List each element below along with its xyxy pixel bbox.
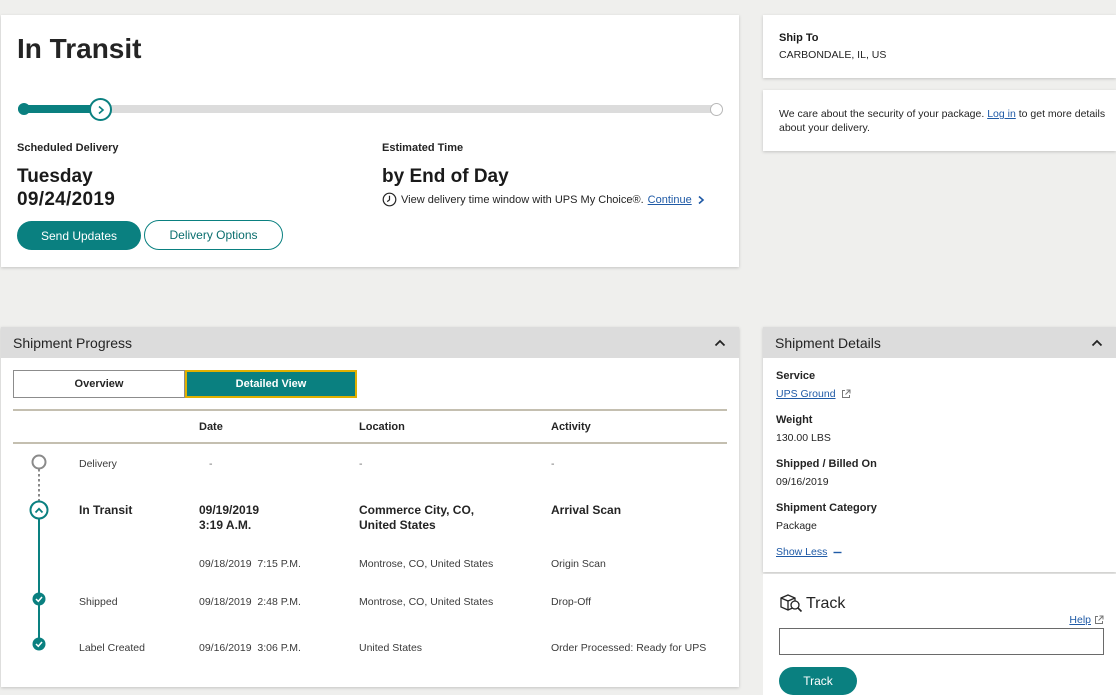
security-notice-card: We care about the security of your packa… bbox=[763, 90, 1116, 151]
help-link[interactable]: Help bbox=[1069, 614, 1091, 626]
column-header-date: Date bbox=[199, 421, 223, 433]
completed-step-icon bbox=[32, 592, 46, 606]
my-choice-promo: View delivery time window with UPS My Ch… bbox=[382, 192, 706, 207]
security-text-before: We care about the security of your packa… bbox=[779, 108, 985, 120]
weight-value: 130.00 LBS bbox=[776, 432, 831, 444]
row-location: Commerce City, CO, bbox=[359, 503, 475, 517]
tab-overview[interactable]: Overview bbox=[13, 370, 185, 398]
chevron-up-icon[interactable] bbox=[713, 336, 727, 350]
scheduled-delivery-day: Tuesday bbox=[17, 166, 93, 187]
row-status: Delivery bbox=[79, 458, 117, 470]
ship-to-value: CARBONDALE, IL, US bbox=[779, 49, 887, 61]
row-activity: Order Processed: Ready for UPS bbox=[551, 642, 707, 654]
table-divider bbox=[13, 409, 727, 411]
table-divider bbox=[13, 442, 727, 444]
column-header-location: Location bbox=[359, 421, 405, 433]
shipment-progress-panel: Shipment Progress Overview Detailed View… bbox=[1, 327, 739, 687]
track-widget: Track Help Track bbox=[763, 574, 1116, 695]
progress-current-marker bbox=[89, 98, 112, 121]
row-date: 09/19/2019 bbox=[199, 503, 260, 517]
shipment-progress-title: Shipment Progress bbox=[13, 334, 133, 351]
service-label: Service bbox=[776, 370, 816, 382]
row-activity: Drop-Off bbox=[551, 596, 592, 608]
pending-step-icon bbox=[31, 454, 47, 470]
my-choice-continue-link[interactable]: Continue bbox=[648, 194, 692, 206]
shipment-details-title: Shipment Details bbox=[775, 334, 881, 351]
external-link-icon[interactable] bbox=[1094, 615, 1104, 625]
chevron-up-icon[interactable] bbox=[1090, 336, 1104, 350]
view-toggle: Overview Detailed View bbox=[13, 370, 357, 398]
progress-rail bbox=[18, 105, 718, 113]
chevron-right-icon[interactable] bbox=[696, 195, 706, 205]
track-button[interactable]: Track bbox=[779, 667, 857, 695]
chevron-right-icon bbox=[97, 105, 104, 114]
row-location-country: United States bbox=[359, 518, 436, 532]
shipped-billed-value: 09/16/2019 bbox=[776, 476, 829, 488]
track-title: Track bbox=[806, 595, 846, 612]
minus-icon[interactable] bbox=[833, 548, 842, 557]
delivery-options-button[interactable]: Delivery Options bbox=[144, 220, 283, 250]
external-link-icon[interactable] bbox=[841, 389, 851, 399]
weight-label: Weight bbox=[776, 414, 813, 426]
completed-step-icon bbox=[32, 637, 46, 651]
shipment-category-label: Shipment Category bbox=[776, 502, 877, 514]
shipment-details-panel: Shipment Details Service UPS Ground Weig… bbox=[763, 327, 1116, 572]
progress-end-dot bbox=[710, 103, 723, 116]
delivery-status-card: In Transit Scheduled Delivery Tuesday 09… bbox=[1, 15, 739, 267]
service-link[interactable]: UPS Ground bbox=[776, 388, 836, 400]
row-date: 09/18/2019 2:48 P.M. bbox=[199, 596, 301, 608]
send-updates-button[interactable]: Send Updates bbox=[17, 221, 141, 250]
row-activity: Arrival Scan bbox=[551, 503, 622, 517]
show-less-toggle[interactable]: Show Less bbox=[776, 546, 842, 558]
shipment-progress-header[interactable]: Shipment Progress bbox=[1, 327, 739, 358]
tab-detailed-view[interactable]: Detailed View bbox=[185, 370, 357, 398]
scheduled-delivery-label: Scheduled Delivery bbox=[17, 142, 119, 154]
row-activity: Origin Scan bbox=[551, 558, 606, 570]
row-time: 3:19 A.M. bbox=[199, 518, 252, 532]
shipped-billed-label: Shipped / Billed On bbox=[776, 458, 877, 470]
ship-to-label: Ship To bbox=[779, 32, 819, 44]
progress-timeline bbox=[29, 454, 49, 651]
estimated-time-label: Estimated Time bbox=[382, 142, 464, 154]
row-location: Montrose, CO, United States bbox=[359, 558, 494, 570]
log-in-link[interactable]: Log in bbox=[987, 108, 1016, 120]
ship-to-card: Ship To CARBONDALE, IL, US bbox=[763, 15, 1116, 78]
track-help[interactable]: Help bbox=[1069, 614, 1104, 626]
clock-icon bbox=[382, 192, 397, 207]
scheduled-delivery-date: 09/24/2019 bbox=[17, 189, 116, 210]
my-choice-text: View delivery time window with UPS My Ch… bbox=[401, 193, 644, 206]
package-search-icon bbox=[780, 594, 803, 613]
show-less-link[interactable]: Show Less bbox=[776, 546, 827, 558]
security-notice-text: We care about the security of your packa… bbox=[779, 107, 1109, 135]
column-header-activity: Activity bbox=[551, 421, 591, 433]
progress-start-dot bbox=[18, 103, 30, 115]
row-activity: - bbox=[551, 458, 555, 470]
shipment-details-header[interactable]: Shipment Details bbox=[763, 327, 1116, 358]
tracking-number-input[interactable] bbox=[779, 628, 1104, 655]
row-status: In Transit bbox=[79, 503, 133, 517]
row-location: - bbox=[359, 458, 363, 470]
estimated-time-value: by End of Day bbox=[382, 166, 509, 187]
row-status: Shipped bbox=[79, 596, 118, 608]
shipment-category-value: Package bbox=[776, 520, 817, 532]
row-date: 09/18/2019 7:15 P.M. bbox=[199, 558, 301, 570]
row-location: Montrose, CO, United States bbox=[359, 596, 494, 608]
status-title: In Transit bbox=[17, 33, 142, 64]
row-status: Label Created bbox=[79, 642, 145, 654]
row-location: United States bbox=[359, 642, 423, 654]
service-value: UPS Ground bbox=[776, 388, 851, 400]
row-date: 09/16/2019 3:06 P.M. bbox=[199, 642, 301, 654]
delivery-progress-bar bbox=[18, 98, 724, 121]
row-date: - bbox=[209, 458, 213, 470]
